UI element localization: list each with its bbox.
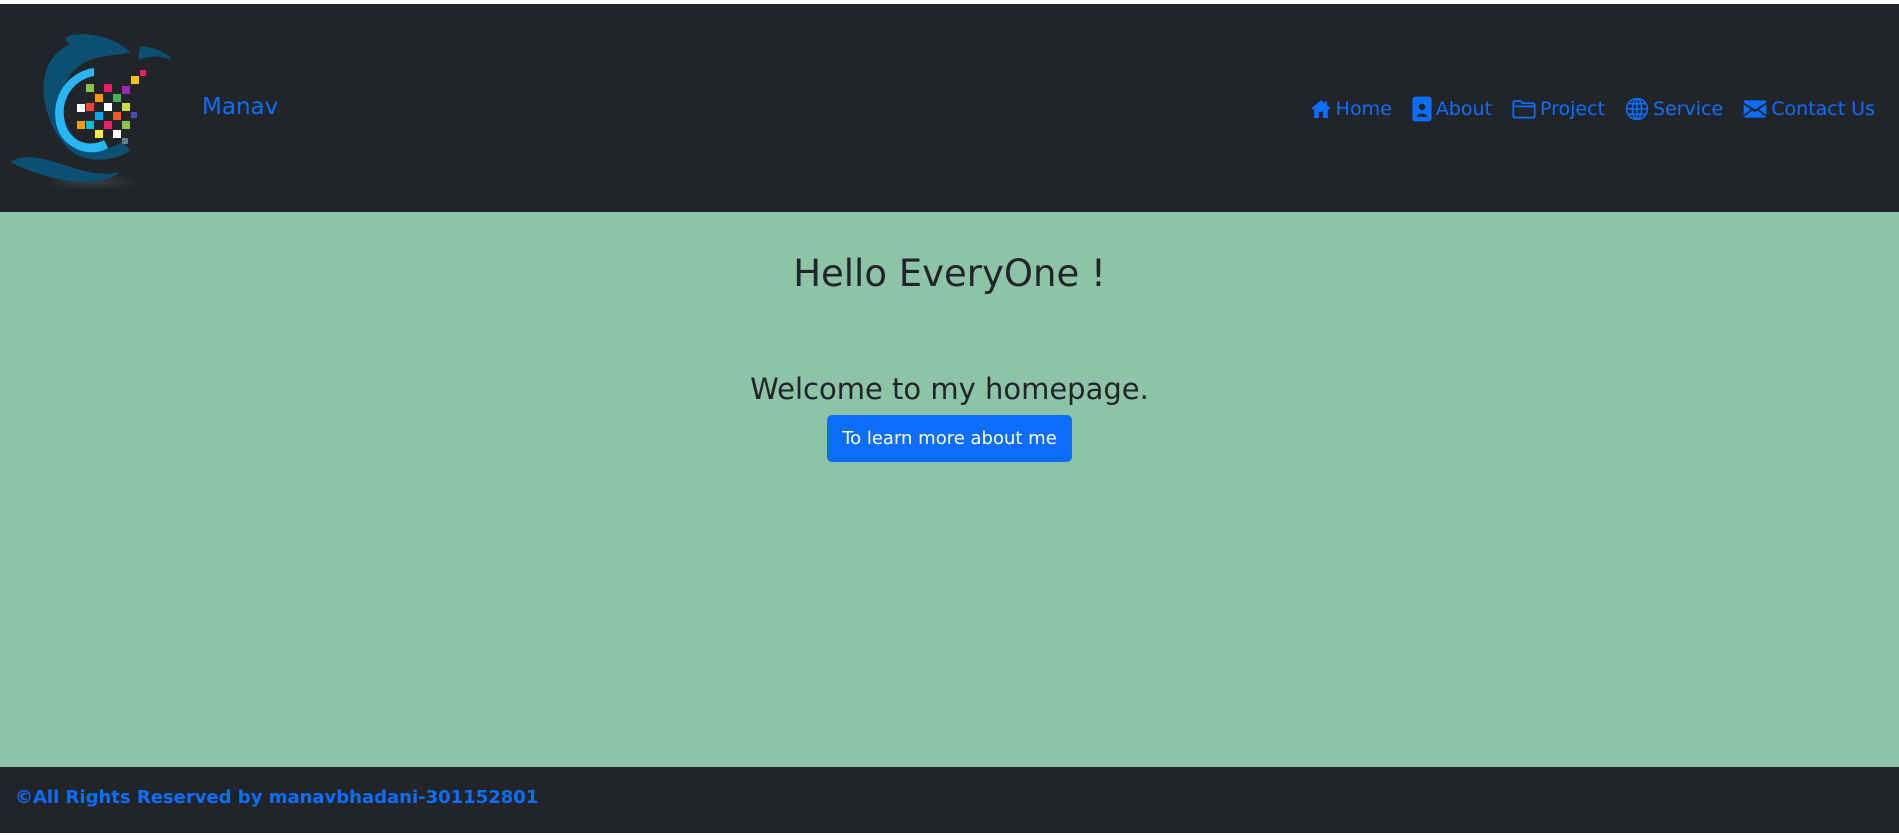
navbar: Manav Home About Project Service Contact…: [0, 4, 1899, 212]
footer: ©All Rights Reserved by manavbhadani-301…: [0, 767, 1899, 833]
envelope-icon: [1743, 100, 1767, 118]
hero-section: Hello EveryOne ! Welcome to my homepage.…: [0, 212, 1899, 767]
folder-icon: [1512, 100, 1536, 119]
hero-subtitle: Welcome to my homepage.: [750, 372, 1149, 406]
nav-contact-link[interactable]: Contact Us: [1743, 98, 1875, 120]
globe-icon: [1625, 97, 1649, 121]
page: Manav Home About Project Service Contact…: [0, 0, 1899, 835]
nav-project-label: Project: [1539, 98, 1605, 120]
home-icon: [1311, 100, 1331, 118]
nav-contact-label: Contact Us: [1771, 98, 1875, 120]
nav-about-link[interactable]: About: [1412, 96, 1492, 122]
nav-about-label: About: [1435, 98, 1492, 120]
copyright-text: ©All Rights Reserved by manavbhadani-301…: [15, 787, 539, 808]
nav-home-label: Home: [1335, 98, 1392, 120]
nav-service-link[interactable]: Service: [1625, 97, 1723, 121]
nav-service-label: Service: [1652, 98, 1724, 120]
nav-project-link[interactable]: Project: [1512, 98, 1605, 120]
brand-logo-icon[interactable]: [10, 32, 170, 202]
person-badge-icon: [1412, 96, 1432, 122]
nav-home-link[interactable]: Home: [1310, 98, 1392, 120]
learn-more-button[interactable]: To learn more about me: [827, 415, 1072, 462]
hero-title: Hello EveryOne !: [793, 252, 1106, 295]
nav-links: Home About Project Service Contact Us: [1310, 96, 1875, 122]
brand-link[interactable]: Manav: [202, 94, 278, 120]
